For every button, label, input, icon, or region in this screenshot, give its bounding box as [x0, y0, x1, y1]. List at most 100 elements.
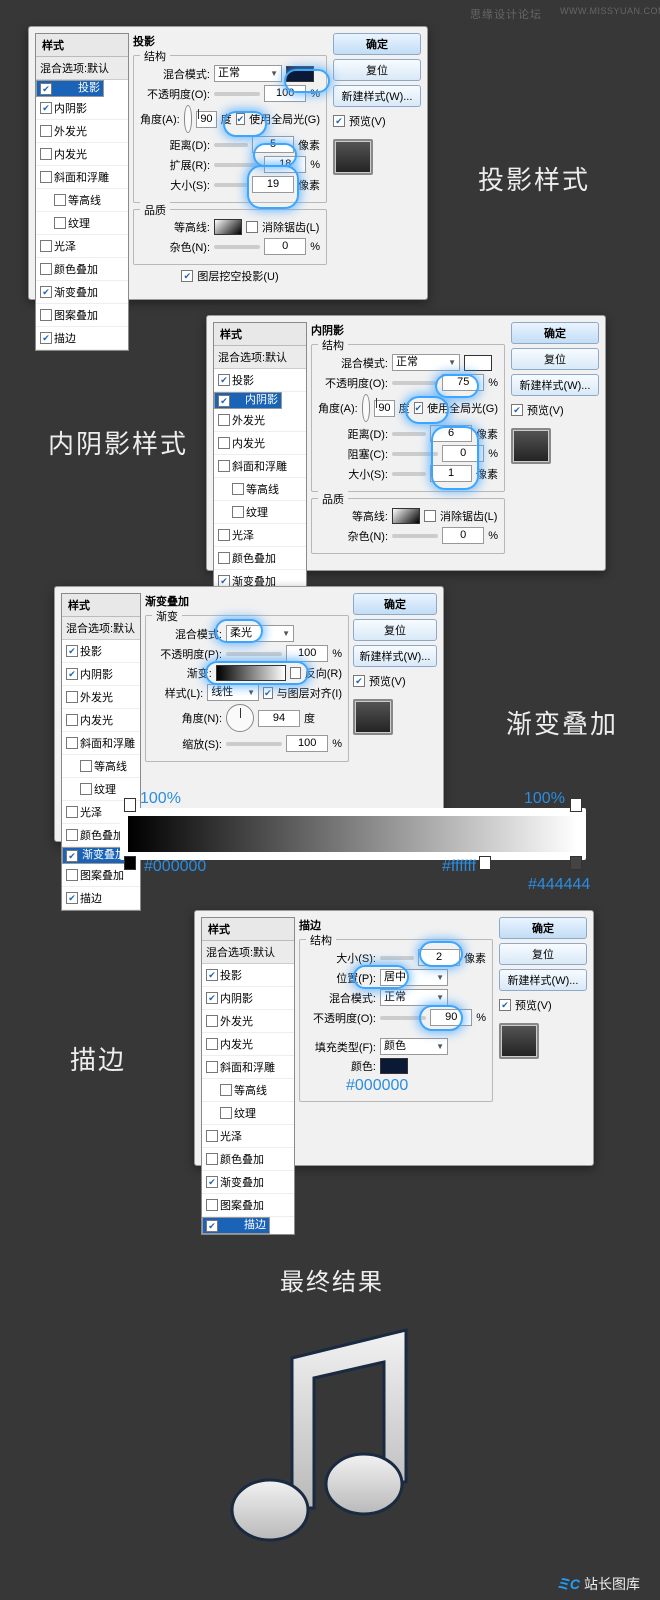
checkbox-icon[interactable]: [220, 1107, 232, 1119]
angle-dial[interactable]: [362, 394, 371, 422]
filltype-select[interactable]: 颜色▼: [380, 1038, 448, 1055]
opacity-input[interactable]: 100: [286, 645, 328, 662]
sidebar-item-drop-shadow[interactable]: 投影: [36, 80, 104, 97]
scale-input[interactable]: 100: [286, 735, 328, 752]
noise-input[interactable]: 0: [442, 527, 484, 544]
checkbox-icon[interactable]: [218, 437, 230, 449]
angle-input[interactable]: 90: [196, 111, 216, 128]
checkbox-icon[interactable]: [66, 829, 78, 841]
sidebar-item-stroke[interactable]: 描边: [36, 327, 128, 350]
sidebar-item-inner-shadow[interactable]: 内阴影: [214, 392, 282, 409]
sidebar-item-texture[interactable]: 纹理: [214, 501, 306, 524]
gradient-editor[interactable]: [120, 808, 586, 860]
sidebar-item-texture[interactable]: 纹理: [36, 212, 128, 235]
color-stop[interactable]: [479, 856, 491, 870]
checkbox-icon[interactable]: [220, 1084, 232, 1096]
checkbox-icon[interactable]: [218, 460, 230, 472]
noise-slider[interactable]: [392, 534, 438, 538]
noise-slider[interactable]: [214, 245, 260, 249]
distance-input[interactable]: 5: [252, 136, 294, 153]
sidebar-item-bevel[interactable]: 斜面和浮雕: [62, 732, 140, 755]
sidebar-blend[interactable]: 混合选项:默认: [36, 57, 128, 80]
color-swatch[interactable]: [380, 1058, 408, 1074]
size-input[interactable]: 19: [252, 176, 294, 193]
checkbox-icon[interactable]: [206, 1061, 218, 1073]
size-slider[interactable]: [214, 183, 248, 187]
checkbox-icon[interactable]: [40, 171, 52, 183]
blend-mode-select[interactable]: 柔光▼: [226, 625, 294, 642]
opacity-stop[interactable]: [124, 798, 136, 812]
angle-dial[interactable]: [226, 704, 254, 732]
blend-mode-select[interactable]: 正常▼: [380, 989, 448, 1006]
reset-button[interactable]: 复位: [511, 348, 599, 370]
sidebar-item-outer-glow[interactable]: 外发光: [36, 120, 128, 143]
sidebar-item-inner-shadow[interactable]: 内阴影: [36, 97, 128, 120]
sidebar-item-outer-glow[interactable]: 外发光: [202, 1010, 294, 1033]
angle-input[interactable]: 90: [374, 400, 394, 417]
size-input[interactable]: 2: [418, 949, 460, 966]
checkbox-icon[interactable]: [40, 102, 52, 114]
sidebar-item-bevel[interactable]: 斜面和浮雕: [202, 1056, 294, 1079]
spread-slider[interactable]: [214, 163, 260, 167]
new-style-button[interactable]: 新建样式(W)...: [499, 969, 587, 991]
sidebar-item-bevel[interactable]: 斜面和浮雕: [36, 166, 128, 189]
choke-input[interactable]: 0: [442, 445, 484, 462]
checkbox-icon[interactable]: [66, 869, 78, 881]
checkbox-icon[interactable]: [290, 667, 301, 679]
checkbox-icon[interactable]: [66, 806, 78, 818]
size-input[interactable]: 1: [430, 465, 472, 482]
noise-input[interactable]: 0: [264, 238, 306, 255]
checkbox-icon[interactable]: [353, 675, 365, 687]
sidebar-item-gradient-overlay[interactable]: 渐变叠加: [202, 1171, 294, 1194]
color-swatch[interactable]: [464, 355, 492, 371]
distance-slider[interactable]: [214, 143, 248, 147]
sidebar-item-contour[interactable]: 等高线: [62, 755, 140, 778]
new-style-button[interactable]: 新建样式(W)...: [333, 85, 421, 107]
position-select[interactable]: 居中▼: [380, 969, 448, 986]
checkbox-icon[interactable]: [206, 969, 218, 981]
angle-dial[interactable]: [184, 105, 193, 133]
checkbox-icon[interactable]: [218, 374, 230, 386]
checkbox-icon[interactable]: [232, 506, 244, 518]
checkbox-icon[interactable]: [206, 1220, 218, 1232]
checkbox-icon[interactable]: [66, 737, 78, 749]
sidebar-item-color-overlay[interactable]: 颜色叠加: [36, 258, 128, 281]
checkbox-icon[interactable]: [206, 1153, 218, 1165]
checkbox-icon[interactable]: [40, 286, 52, 298]
sidebar-item-stroke[interactable]: 描边: [62, 887, 140, 910]
sidebar-item-drop-shadow[interactable]: 投影: [202, 964, 294, 987]
sidebar-item-gradient-overlay[interactable]: 渐变叠加: [36, 281, 128, 304]
sidebar-blend[interactable]: 混合选项:默认: [214, 346, 306, 369]
checkbox-icon[interactable]: [40, 240, 52, 252]
checkbox-icon[interactable]: [66, 850, 78, 862]
checkbox-icon[interactable]: [66, 714, 78, 726]
color-stop[interactable]: [570, 856, 582, 870]
sidebar-item-inner-shadow[interactable]: 内阴影: [202, 987, 294, 1010]
new-style-button[interactable]: 新建样式(W)...: [511, 374, 599, 396]
size-slider[interactable]: [380, 956, 414, 960]
sidebar-blend[interactable]: 混合选项:默认: [202, 941, 294, 964]
style-select[interactable]: 线性▼: [207, 684, 259, 701]
opacity-slider[interactable]: [226, 652, 282, 656]
checkbox-icon[interactable]: [206, 1015, 218, 1027]
checkbox-icon[interactable]: [218, 414, 230, 426]
checkbox-icon[interactable]: [206, 1199, 218, 1211]
sidebar-item-outer-glow[interactable]: 外发光: [62, 686, 140, 709]
size-slider[interactable]: [392, 472, 426, 476]
sidebar-blend[interactable]: 混合选项:默认: [62, 617, 140, 640]
blend-mode-select[interactable]: 正常▼: [392, 354, 460, 371]
checkbox-icon[interactable]: [66, 668, 78, 680]
checkbox-icon[interactable]: [499, 999, 511, 1011]
sidebar-item-inner-glow[interactable]: 内发光: [62, 709, 140, 732]
distance-slider[interactable]: [392, 432, 426, 436]
checkbox-icon[interactable]: [333, 115, 345, 127]
checkbox-icon[interactable]: [236, 113, 246, 125]
scale-slider[interactable]: [226, 742, 282, 746]
sidebar-item-contour[interactable]: 等高线: [202, 1079, 294, 1102]
checkbox-icon[interactable]: [206, 1130, 218, 1142]
checkbox-icon[interactable]: [54, 194, 66, 206]
spread-input[interactable]: 18: [264, 156, 306, 173]
checkbox-icon[interactable]: [218, 529, 230, 541]
sidebar-item-pattern-overlay[interactable]: 图案叠加: [36, 304, 128, 327]
angle-input[interactable]: 94: [258, 710, 300, 727]
